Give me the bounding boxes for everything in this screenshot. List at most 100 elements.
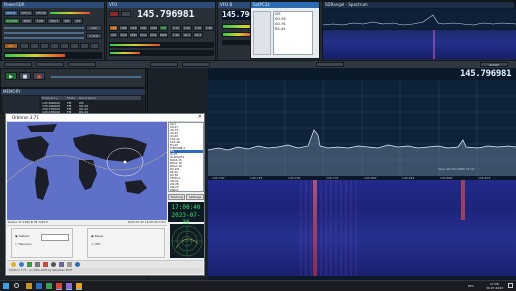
taskbar-date[interactable]: 30.07.2023: [486, 286, 503, 290]
help-icon[interactable]: [75, 262, 80, 267]
taskbar-app-5[interactable]: [66, 283, 72, 290]
memory-col-freq: Frequency: [42, 96, 58, 100]
filter-7[interactable]: Var2: [193, 32, 203, 38]
tab-vfo-b[interactable]: VFO B: [34, 10, 48, 16]
taskbar-app-6[interactable]: [76, 283, 82, 290]
tun-button[interactable]: TUN: [34, 18, 46, 24]
world-map[interactable]: [7, 122, 167, 220]
band-btn[interactable]: [30, 43, 39, 49]
power-button[interactable]: POWER: [4, 18, 20, 24]
mode-dsb[interactable]: DSB: [129, 25, 138, 31]
keyboard-language[interactable]: РУС: [468, 284, 474, 288]
left-control-block: PowerSDR MODE VFO A VFO B POWER MOX TUN …: [1, 1, 105, 61]
main-frequency-display[interactable]: 145.796981: [137, 9, 197, 21]
mode-drm[interactable]: DRM: [159, 32, 168, 38]
close-icon[interactable]: ✕: [198, 114, 202, 121]
clock-box: 17:08:40 2023-07-30: [168, 202, 204, 226]
sun-icon[interactable]: [11, 262, 16, 267]
spectrum-frequency-display[interactable]: 145.796981: [460, 69, 514, 80]
toolbar-btn[interactable]: [68, 62, 96, 67]
tx-meter-fill: [110, 52, 140, 54]
memory-panel: MEMORY Frequency Mode Description 145.80…: [0, 88, 146, 114]
band-btn[interactable]: [90, 43, 99, 49]
xit-button[interactable]: XIT: [73, 18, 83, 24]
filter-4[interactable]: 1.8k: [204, 25, 214, 31]
band-btn[interactable]: [20, 43, 29, 49]
band-btn[interactable]: [50, 43, 59, 49]
start-button[interactable]: [3, 283, 9, 289]
rec-button[interactable]: ●: [33, 72, 45, 80]
filter-1[interactable]: 2.7k: [171, 25, 181, 31]
slider-row-2[interactable]: [4, 32, 84, 34]
print-icon[interactable]: [67, 262, 72, 267]
tracking-button[interactable]: Tracking: [168, 194, 185, 200]
waterfall-noise-band: [300, 180, 360, 276]
stop-button[interactable]: ■: [19, 72, 31, 80]
zoom-button[interactable]: ZOOM: [480, 62, 508, 67]
mode-fm[interactable]: FM: [159, 25, 168, 31]
taskbar: РУС 17:08 30.07.2023: [0, 280, 516, 291]
slider-row[interactable]: [4, 27, 84, 29]
radio-now-label: Сейчас: [18, 234, 30, 238]
waterfall[interactable]: [208, 180, 516, 276]
mode-am[interactable]: AM: [109, 32, 118, 38]
taskbar-app-2[interactable]: [36, 283, 42, 289]
filter-5[interactable]: 1.0k: [171, 32, 181, 38]
toolbar-btn[interactable]: [316, 62, 344, 67]
memory-tree: [3, 96, 39, 113]
filter-3[interactable]: 2.1k: [193, 25, 203, 31]
radio-utc[interactable]: ○ UTC: [91, 242, 101, 246]
mode-lsb[interactable]: LSB: [109, 25, 118, 31]
satellite-marker: [123, 160, 127, 164]
mode-spec[interactable]: SPEC: [129, 32, 138, 38]
notification-icon[interactable]: [508, 283, 513, 288]
tab-vfo-a[interactable]: VFO A: [19, 10, 33, 16]
satellite-list[interactable]: AO-7 AO-27 AO-73 AO-91 AO-92 CAS-4A CAS-4B FO-2…: [168, 122, 204, 192]
satellite-list-item[interactable]: ZARYA: [170, 189, 203, 191]
band-btn[interactable]: [60, 43, 69, 49]
slider-row-3[interactable]: [4, 37, 84, 39]
band-btn[interactable]: [40, 43, 49, 49]
band-btn[interactable]: [70, 43, 79, 49]
transport-slider[interactable]: [51, 76, 141, 78]
taskbar-app-3[interactable]: [46, 283, 52, 289]
rotor-icon[interactable]: [43, 262, 48, 267]
tab-mode[interactable]: MODE: [4, 10, 18, 16]
config-icon[interactable]: [59, 262, 64, 267]
mode-usb[interactable]: USB: [119, 25, 128, 31]
list-icon[interactable]: [35, 262, 40, 267]
settings-button[interactable]: Settings: [186, 194, 204, 200]
vfo-lock-button[interactable]: [109, 11, 119, 17]
split-button[interactable]: SPLIT: [47, 18, 61, 24]
mode-digl[interactable]: DIGL: [139, 32, 148, 38]
rit-button[interactable]: RIT: [62, 18, 72, 24]
agc-button[interactable]: AGC: [86, 25, 102, 31]
info-icon[interactable]: [51, 262, 56, 267]
satpc-item[interactable]: RS-44: [275, 27, 312, 32]
play-button[interactable]: ▶: [5, 72, 17, 80]
mox-button[interactable]: MOX: [21, 18, 33, 24]
step-button[interactable]: 1 kHz: [86, 33, 102, 39]
band-btn[interactable]: [80, 43, 89, 49]
radar-icon[interactable]: [27, 262, 32, 267]
filter-2[interactable]: 2.4k: [182, 25, 192, 31]
toolbar-btn[interactable]: [36, 62, 64, 67]
mode-sam[interactable]: SAM: [119, 32, 128, 38]
toolbar-btn[interactable]: [4, 62, 32, 67]
mode-cwu[interactable]: CWU: [149, 25, 158, 31]
toolbar-btn[interactable]: [182, 62, 210, 67]
mode-cwl[interactable]: CWL: [139, 25, 148, 31]
toolbar-btn[interactable]: [150, 62, 178, 67]
taskbar-app-1[interactable]: [26, 283, 32, 289]
filter-6[interactable]: Var1: [182, 32, 192, 38]
radio-phases[interactable]: ◉ Фазы: [91, 234, 103, 238]
mode-digu[interactable]: DIGU: [149, 32, 158, 38]
date-field[interactable]: [41, 234, 69, 241]
radio-forecast[interactable]: ○ Прогноз: [15, 242, 32, 246]
vfo-sync-button[interactable]: [121, 11, 131, 17]
globe-icon[interactable]: [19, 262, 24, 267]
search-icon[interactable]: [14, 283, 19, 288]
band-button[interactable]: 2m: [4, 43, 18, 49]
radio-now[interactable]: ◉ Сейчас: [15, 234, 30, 238]
taskbar-app-4[interactable]: [56, 283, 62, 290]
